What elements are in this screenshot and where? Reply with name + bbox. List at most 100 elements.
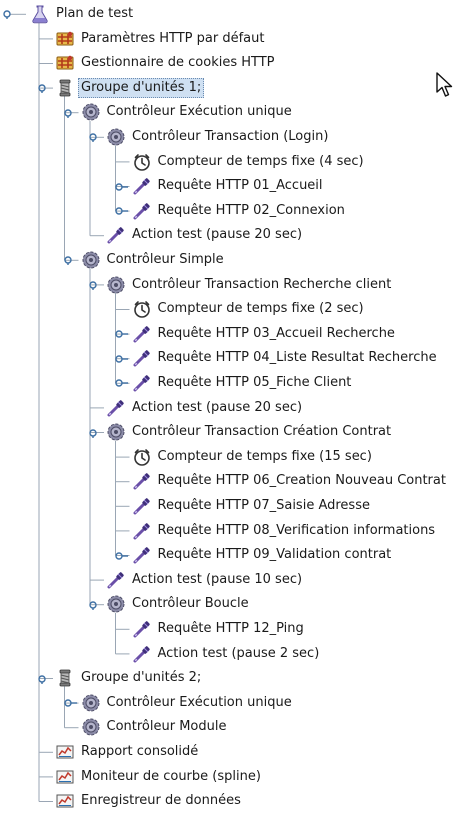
tree-node-once-only-controller-2[interactable]: Contrôleur Exécution unique [81,691,294,715]
tree-node-label: Contrôleur Transaction (Login) [132,129,329,144]
tree-node-request-12[interactable]: Requête HTTP 12_Ping [132,617,306,641]
collapsed-handle-icon[interactable] [63,698,78,708]
controller-gear-icon [81,102,101,122]
collapsed-handle-icon[interactable] [114,182,129,192]
pipette-icon [132,471,152,491]
controller-gear-icon [81,250,101,270]
tree-node-transaction-contract[interactable]: Contrôleur Transaction Création Contrat [106,420,393,444]
listener-graph-icon [55,767,75,787]
tree-node-action-pause-20-b[interactable]: Action test (pause 20 sec) [106,396,304,420]
tree-node-label: Requête HTTP 03_Accueil Recherche [157,325,395,341]
tree-node-label: Action test (pause 10 sec) [132,571,303,587]
pipette-icon [132,324,152,344]
expanded-handle-icon[interactable] [89,600,103,610]
controller-gear-icon [106,275,126,295]
test-plan-tree[interactable]: Plan de test Paramètres HTTP par défaut Ge… [0,0,474,819]
pipette-icon [106,225,126,245]
pipette-icon [132,373,152,393]
tree-node-label: Contrôleur Module [106,719,227,735]
tree-node-request-01[interactable]: Requête HTTP 01_Accueil [132,174,325,198]
controller-gear-icon [106,127,126,147]
listener-graph-icon [55,791,75,811]
collapsed-handle-icon[interactable] [114,354,129,364]
tree-node-timer-2s[interactable]: Compteur de temps fixe (2 sec) [132,297,366,321]
tree-node-action-pause-2[interactable]: Action test (pause 2 sec) [132,642,322,666]
tree-node-label: Requête HTTP 02_Connexion [157,202,345,218]
tree-node-request-03[interactable]: Requête HTTP 03_Accueil Recherche [132,322,397,346]
tree-node-label: Groupe d'unités 1; [78,77,205,98]
tree-node-label: Contrôleur Exécution unique [106,104,292,120]
pipette-icon [132,521,152,541]
tree-node-label: Action test (pause 2 sec) [157,645,320,661]
controller-gear-icon [106,422,126,442]
tree-node-http-defaults[interactable]: Paramètres HTTP par défaut [55,27,266,51]
tree-node-label: Action test (pause 20 sec) [132,227,303,243]
tree-node-request-06[interactable]: Requête HTTP 06_Creation Nouveau Contrat [132,469,448,493]
tree-node-label: Plan de test [56,6,134,21]
collapsed-handle-icon[interactable] [114,378,129,388]
tree-node-label: Contrôleur Transaction Recherche client [132,276,392,292]
tree-node-label: Requête HTTP 06_Creation Nouveau Contrat [157,473,446,489]
tree-node-label: Requête HTTP 08_Verification information… [157,522,436,538]
tree-node-label: Requête HTTP 12_Ping [157,621,304,636]
expanded-handle-icon[interactable] [63,108,78,118]
tree-node-test-plan[interactable]: Plan de test [30,2,135,26]
tree-node-label: Requête HTTP 07_Saisie Adresse [157,498,370,513]
expanded-handle-icon[interactable] [89,428,103,438]
tree-node-label: Compteur de temps fixe (2 sec) [157,301,364,317]
tree-node-loop-controller[interactable]: Contrôleur Boucle [106,592,251,616]
tree-node-data-writer[interactable]: Enregistreur de données [55,789,243,813]
tree-node-timer-4s[interactable]: Compteur de temps fixe (4 sec) [132,150,366,174]
tree-node-simple-controller[interactable]: Contrôleur Simple [81,248,226,272]
tree-node-label: Contrôleur Transaction Création Contrat [132,424,392,440]
thread-group-icon [55,78,75,98]
pipette-icon [106,570,126,590]
tree-node-action-pause-20-a[interactable]: Action test (pause 20 sec) [106,223,304,247]
pipette-icon [132,201,152,221]
tree-node-label: Gestionnaire de cookies HTTP [81,55,275,71]
tree-node-aggregate-report[interactable]: Rapport consolidé [55,740,200,764]
controller-gear-icon [106,594,126,614]
tree-node-label: Compteur de temps fixe (4 sec) [157,153,364,169]
tree-node-label: Contrôleur Exécution unique [106,694,292,710]
tree-node-label: Contrôleur Simple [106,252,224,267]
tree-node-once-only-controller[interactable]: Contrôleur Exécution unique [81,100,294,124]
expanded-handle-icon[interactable] [89,132,103,143]
tree-node-label: Requête HTTP 09_Validation contrat [157,547,392,563]
pipette-icon [132,348,152,368]
thread-group-icon [55,668,75,688]
expanded-handle-icon[interactable] [89,280,103,290]
tree-node-transaction-login[interactable]: Contrôleur Transaction (Login) [106,125,330,149]
tree-node-thread-group-1[interactable]: Groupe d'unités 1; [55,76,205,100]
tree-node-thread-group-2[interactable]: Groupe d'unités 2; [55,666,203,690]
controller-gear-icon [81,717,101,737]
tree-node-label: Paramètres HTTP par défaut [81,30,265,46]
tree-node-request-05[interactable]: Requête HTTP 05_Fiche Client [132,371,354,395]
collapsed-handle-icon[interactable] [114,551,129,561]
tree-node-action-pause-10[interactable]: Action test (pause 10 sec) [106,568,304,592]
tree-node-transaction-search[interactable]: Contrôleur Transaction Recherche client [106,273,393,297]
expanded-handle-icon[interactable] [3,9,17,20]
controller-gear-icon [81,693,101,713]
tree-node-label: Moniteur de courbe (spline) [81,768,261,784]
tree-node-request-02[interactable]: Requête HTTP 02_Connexion [132,199,347,223]
tree-node-spline-visualizer[interactable]: Moniteur de courbe (spline) [55,765,263,789]
tree-node-request-08[interactable]: Requête HTTP 08_Verification information… [132,519,438,543]
tree-node-label: Enregistreur de données [81,793,241,809]
collapsed-handle-icon[interactable] [114,329,129,339]
tree-node-label: Requête HTTP 01_Accueil [157,178,323,194]
collapsed-handle-icon[interactable] [114,206,129,216]
tree-node-label: Rapport consolidé [81,744,199,759]
tree-node-cookie-manager[interactable]: Gestionnaire de cookies HTTP [55,51,277,75]
tree-node-module-controller[interactable]: Contrôleur Module [81,715,229,739]
tree-node-timer-15s[interactable]: Compteur de temps fixe (15 sec) [132,445,374,469]
timer-icon [132,152,152,172]
tree-node-request-09[interactable]: Requête HTTP 09_Validation contrat [132,543,394,567]
pipette-icon [132,619,152,639]
tree-node-request-04[interactable]: Requête HTTP 04_Liste Resultat Recherche [132,346,439,370]
tree-node-request-07[interactable]: Requête HTTP 07_Saisie Adresse [132,494,372,518]
tree-node-label: Requête HTTP 04_Liste Resultat Recherche [157,350,437,366]
expanded-handle-icon[interactable] [63,255,78,266]
expanded-handle-icon[interactable] [38,83,52,94]
expanded-handle-icon[interactable] [38,674,52,684]
